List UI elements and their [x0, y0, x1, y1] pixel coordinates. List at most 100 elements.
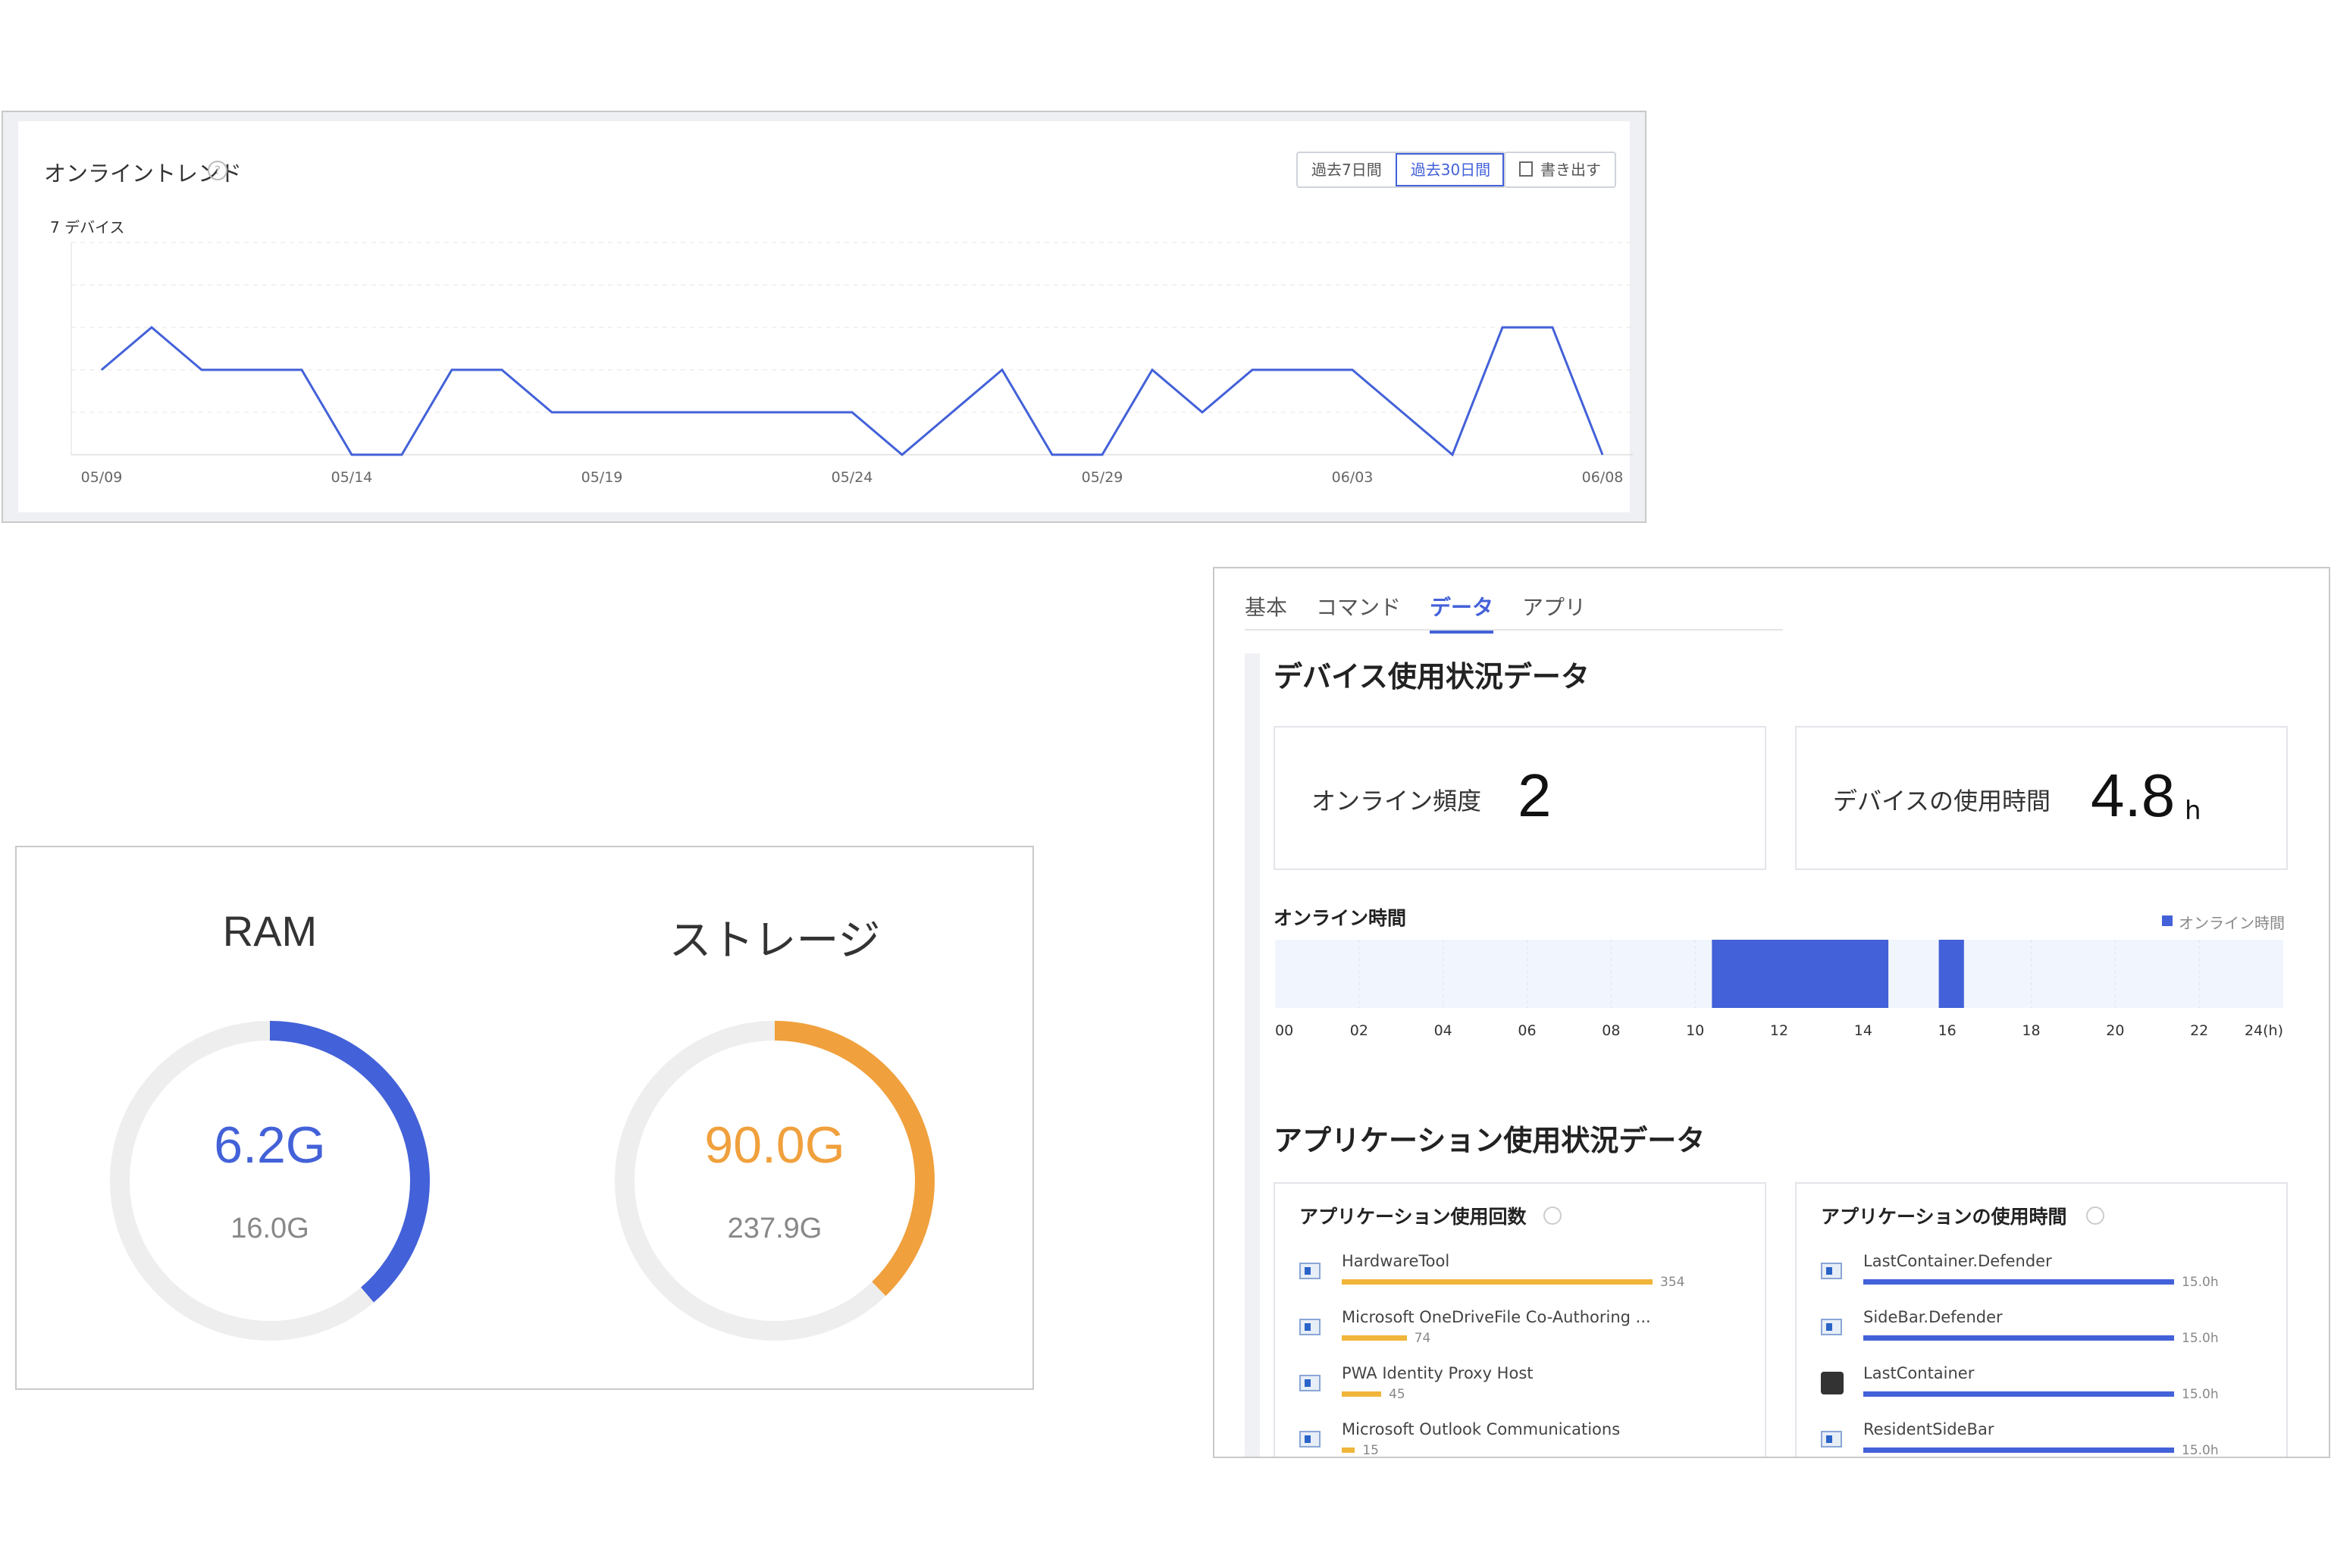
data-point — [551, 412, 553, 413]
range-7days-button[interactable]: 過去7日間 — [1298, 153, 1396, 186]
data-point — [601, 412, 603, 413]
hour-tick-label: 06 — [1518, 1022, 1536, 1038]
hour-tick-label: 20 — [2106, 1022, 2124, 1038]
help-icon[interactable]: ? — [208, 161, 227, 180]
data-point — [1352, 369, 1353, 371]
app-count-title: アプリケーション使用回数 — [1299, 1206, 1527, 1228]
range-30days-button[interactable]: 過去30日間 — [1395, 153, 1505, 186]
usage-value: 15.0h — [2182, 1387, 2219, 1402]
app-name: LastContainer — [1863, 1364, 1975, 1382]
x-tick-label: 05/09 — [81, 469, 123, 486]
online-frequency-card: オンライン頻度 2 — [1274, 726, 1766, 870]
x-tick-label: 06/03 — [1332, 469, 1374, 486]
data-point — [1001, 369, 1003, 371]
data-point — [1502, 327, 1503, 328]
tab-command[interactable]: コマンド — [1316, 591, 1401, 634]
usage-bar — [1863, 1391, 2174, 1397]
hour-tick-label: 10 — [1686, 1022, 1704, 1038]
usage-time-unit: h — [2185, 796, 2201, 826]
app-list-item[interactable]: Microsoft Outlook Communications 15 — [1299, 1420, 1747, 1458]
storage-used-value: 90.0G — [704, 1116, 845, 1174]
usage-bar — [1342, 1335, 1407, 1341]
ram-used-value: 6.2G — [214, 1116, 326, 1174]
trend-line-chart: 05/09 05/14 05/19 05/24 05/29 06/03 06/08 — [70, 242, 1633, 486]
app-name: PWA Identity Proxy Host — [1342, 1364, 1534, 1382]
help-icon[interactable] — [2086, 1207, 2104, 1225]
hour-tick-label: 08 — [1602, 1022, 1620, 1038]
app-time-card: アプリケーションの使用時間 LastContainer.Defender 15.0… — [1795, 1182, 2288, 1458]
usage-value: 354 — [1660, 1275, 1685, 1290]
data-point — [851, 412, 853, 413]
storage-total-value: 237.9G — [727, 1213, 822, 1244]
app-name: SideBar.Defender — [1863, 1308, 2003, 1326]
app-list-item[interactable]: LastContainer 15.0h — [1821, 1364, 2268, 1410]
export-label: 書き出す — [1540, 161, 1601, 179]
data-point — [1302, 369, 1303, 371]
app-list-item[interactable]: LastContainer.Defender 15.0h — [1821, 1252, 2268, 1297]
app-list-item[interactable]: SideBar.Defender 15.0h — [1821, 1308, 2268, 1354]
online-frequency-label: オンライン頻度 — [1311, 787, 1482, 815]
window-icon — [1821, 1431, 1842, 1448]
data-point — [451, 369, 453, 371]
app-name: LastContainer.Defender — [1863, 1252, 2052, 1270]
hour-tick-label: 24(h) — [2245, 1022, 2283, 1038]
tab-apps[interactable]: アプリ — [1522, 591, 1586, 634]
usage-value: 15.0h — [2182, 1275, 2219, 1290]
app-list-item[interactable]: ResidentSideBar 15.0h — [1821, 1420, 2268, 1458]
hour-tick-label: 18 — [2022, 1022, 2040, 1038]
window-icon — [1821, 1319, 1842, 1335]
usage-value: 15.0h — [2182, 1443, 2219, 1458]
app-name: ResidentSideBar — [1863, 1420, 1994, 1438]
help-icon[interactable] — [1543, 1207, 1562, 1225]
online-interval-bar — [1938, 940, 1964, 1008]
online-time-legend: オンライン時間 — [2179, 914, 2285, 932]
x-tick-label: 06/08 — [1582, 469, 1624, 486]
online-time-title: オンライン時間 — [1274, 907, 1407, 929]
window-icon — [1299, 1263, 1321, 1279]
hour-tick-label: 12 — [1770, 1022, 1788, 1038]
ram-gauge — [110, 1021, 430, 1341]
data-point — [1402, 412, 1403, 413]
usage-bar — [1863, 1335, 2174, 1341]
export-button[interactable]: 書き出す — [1504, 152, 1616, 188]
tab-basic[interactable]: 基本 — [1245, 591, 1287, 634]
app-list-item[interactable]: Microsoft OneDriveFile Co-Authoring ... 7… — [1299, 1308, 1747, 1354]
data-point — [1252, 369, 1253, 371]
window-icon — [1299, 1431, 1321, 1448]
usage-bar — [1342, 1279, 1653, 1285]
edit-icon — [1519, 161, 1533, 177]
usage-value: 45 — [1389, 1387, 1405, 1402]
app-list-item[interactable]: HardwareTool 354 — [1299, 1252, 1747, 1297]
app-list-item[interactable]: PWA Identity Proxy Host 45 — [1299, 1364, 1747, 1410]
tab-data[interactable]: データ — [1430, 591, 1494, 634]
data-point — [1151, 369, 1153, 371]
app-time-title: アプリケーションの使用時間 — [1821, 1206, 2067, 1228]
data-point — [801, 412, 803, 413]
ram-total-value: 16.0G — [230, 1213, 309, 1244]
resource-gauges-panel: RAM ストレージ 6.2G 16.0G 90.0G 237.9G — [15, 846, 1034, 1390]
data-point — [1552, 327, 1553, 328]
hour-tick-label: 02 — [1350, 1022, 1368, 1038]
online-trend-panel: オンライントレンド ? 過去7日間 過去30日間 書き出す 7 デバイス 05/… — [2, 111, 1646, 523]
usage-time-value: 4.8 — [2091, 762, 2176, 829]
window-icon — [1299, 1375, 1321, 1391]
usage-bar — [1863, 1448, 2174, 1453]
x-tick-label: 05/24 — [832, 469, 873, 486]
tab-bar: 基本 コマンド データ アプリ — [1245, 591, 1586, 634]
data-content: デバイス使用状況データ オンライン頻度 2 デバイスの使用時間 4.8 h オン… — [1260, 653, 2329, 1458]
x-tick-label: 05/19 — [581, 469, 623, 486]
device-usage-title: デバイス使用状況データ — [1274, 660, 1590, 693]
hour-tick-label: 16 — [1938, 1022, 1957, 1038]
range-toggle: 過去7日間 過去30日間 — [1296, 152, 1506, 188]
usage-bar — [1342, 1391, 1382, 1397]
window-icon — [1821, 1263, 1842, 1279]
data-point — [1202, 412, 1203, 413]
storage-title: ストレージ — [669, 916, 881, 964]
usage-value: 15 — [1362, 1443, 1379, 1458]
data-point — [701, 412, 703, 413]
trend-y-label: 7 デバイス — [50, 218, 125, 236]
online-interval-bar — [1712, 940, 1889, 1008]
online-frequency-value: 2 — [1518, 762, 1552, 829]
app-name: Microsoft OneDriveFile Co-Authoring ... — [1342, 1308, 1651, 1326]
storage-gauge — [615, 1021, 935, 1341]
